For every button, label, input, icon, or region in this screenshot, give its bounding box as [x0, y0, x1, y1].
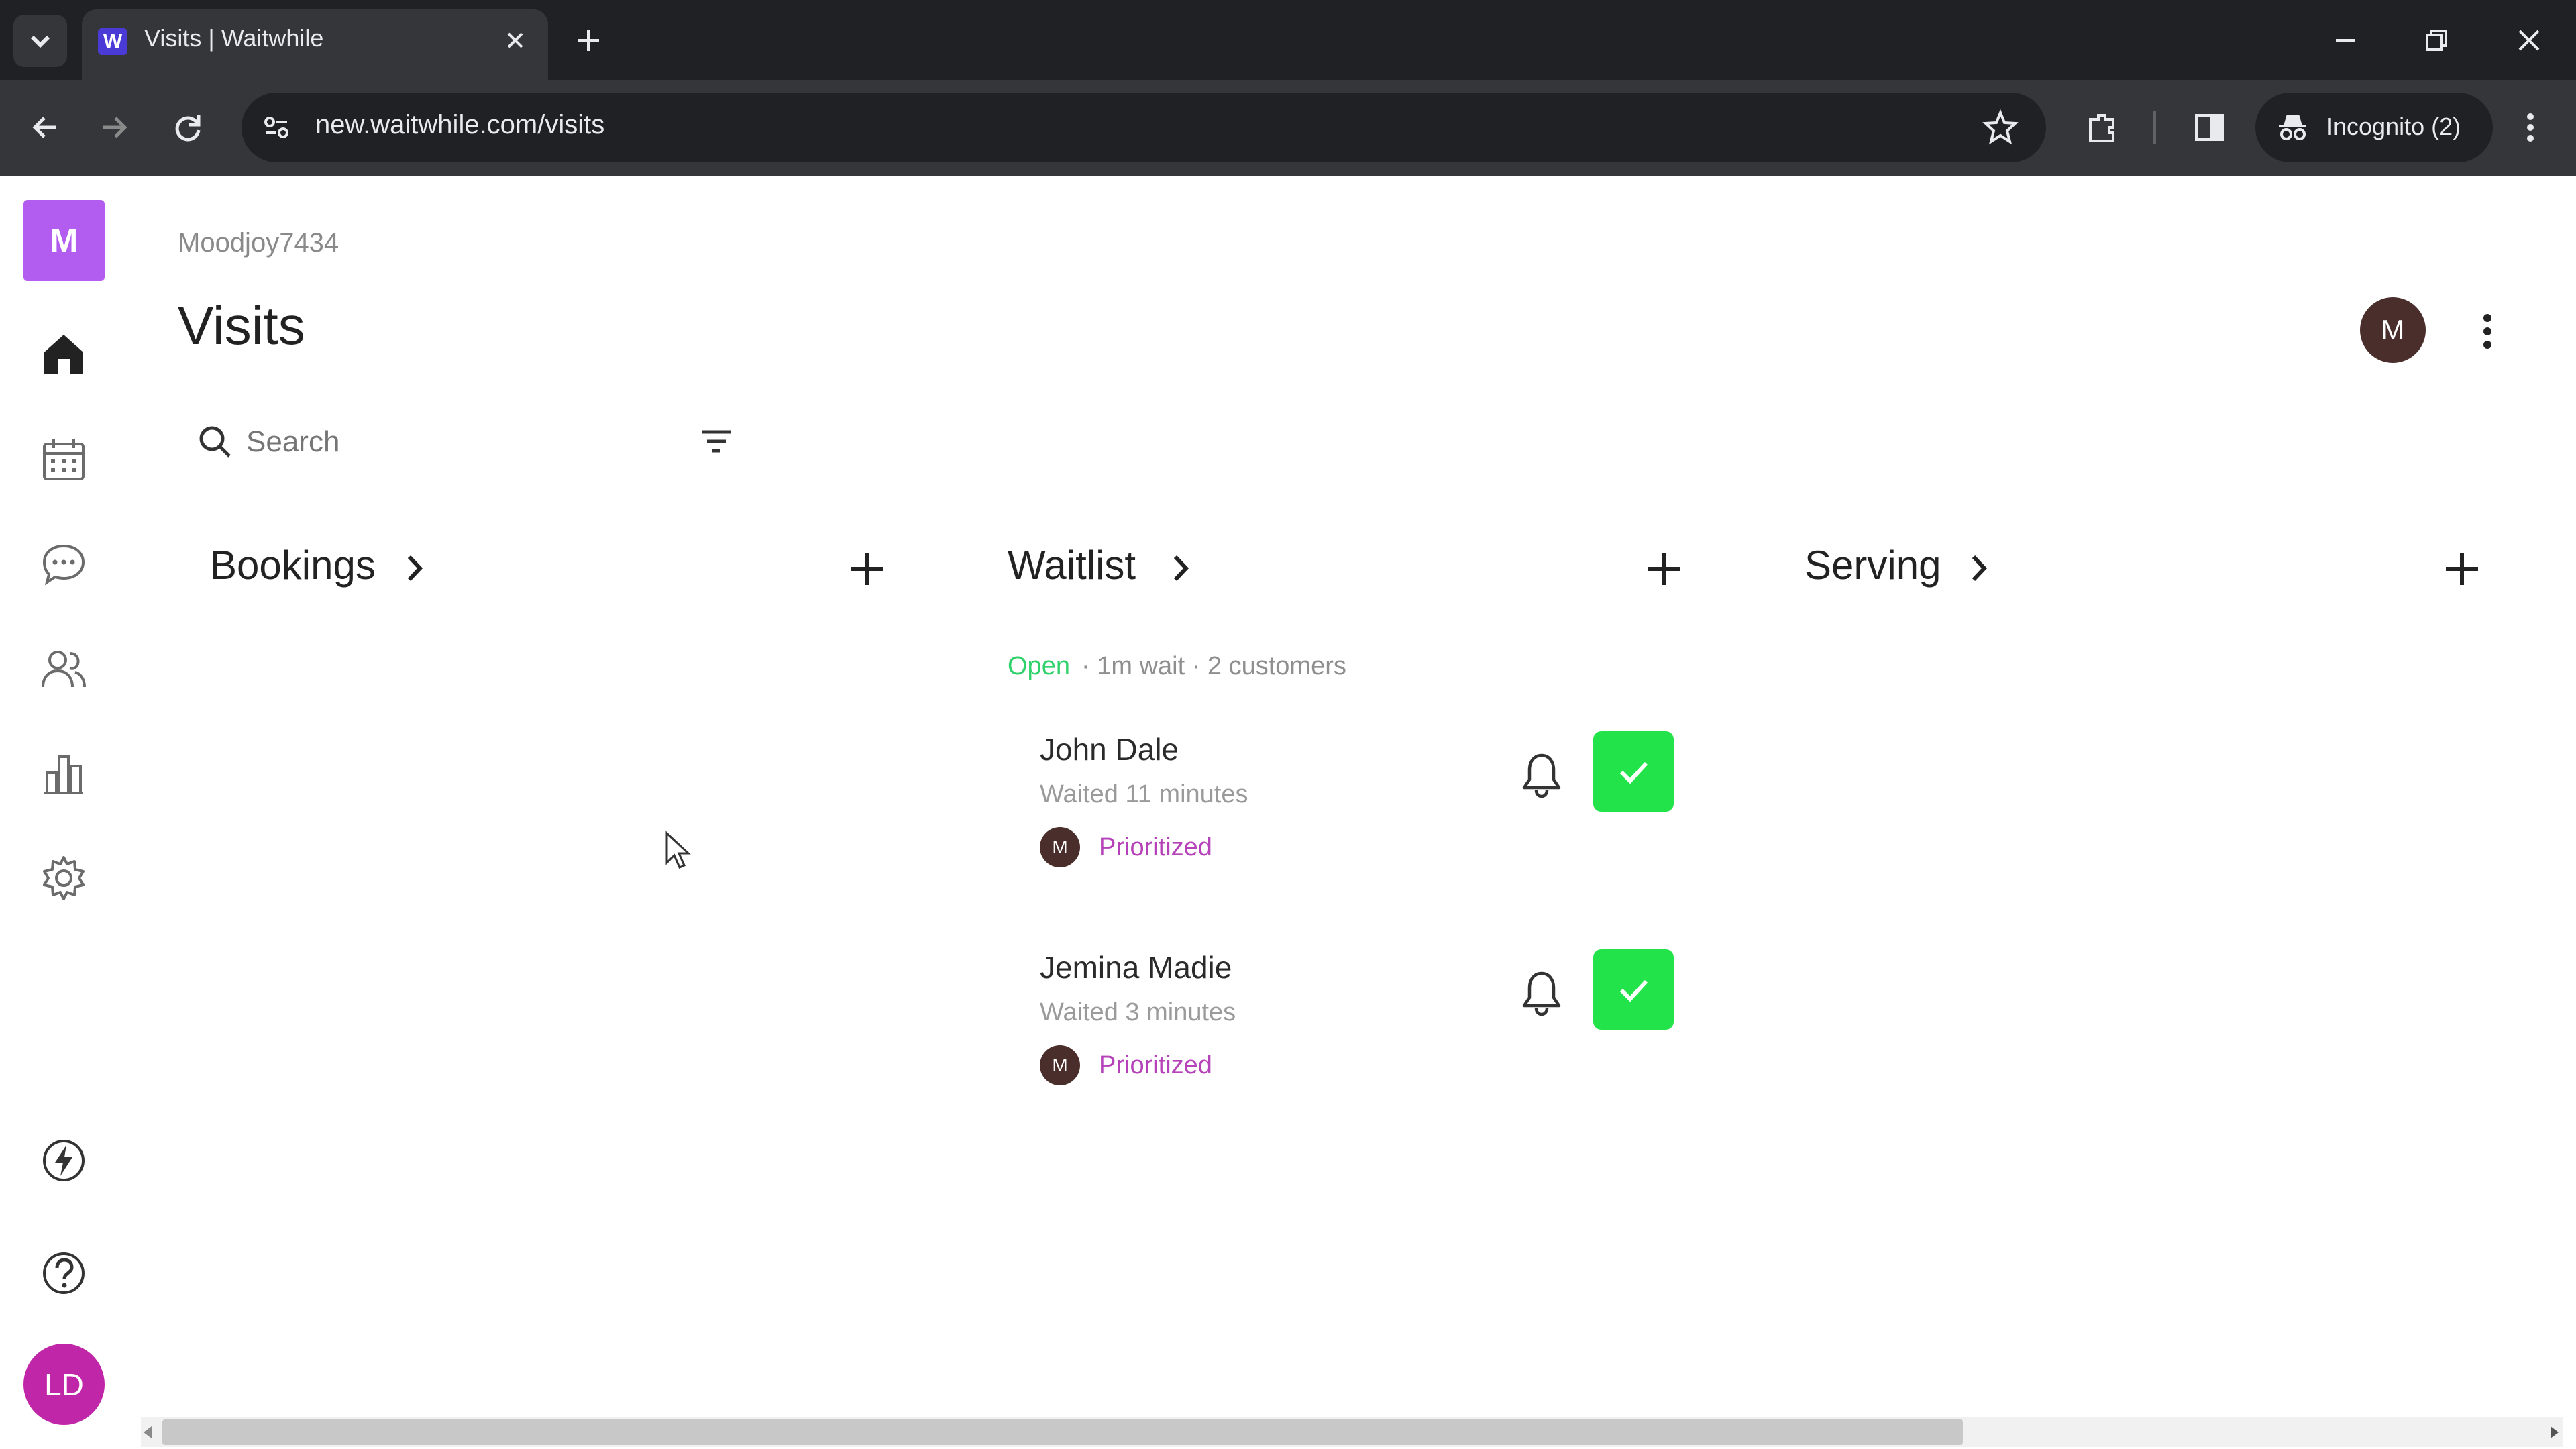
- serve-check-button[interactable]: [1593, 731, 1674, 812]
- toolbar-divider: [2153, 111, 2156, 144]
- waitlist-chevron-right-icon[interactable]: [1167, 551, 1194, 585]
- plus-icon: [2446, 553, 2478, 585]
- organization-name: Moodjoy7434: [178, 228, 339, 258]
- sidebar-item-settings[interactable]: [40, 855, 87, 902]
- settings-icon: [43, 856, 85, 900]
- workspace-logo[interactable]: M: [23, 200, 105, 281]
- notify-bell-icon[interactable]: [1520, 751, 1563, 798]
- customers-icon: [42, 651, 86, 688]
- checkmark-icon: [1619, 761, 1648, 784]
- search-icon: [196, 423, 233, 460]
- waitlist-column-title[interactable]: Waitlist: [1008, 542, 1136, 588]
- add-booking-button[interactable]: [847, 549, 887, 589]
- scrollbar-thumb[interactable]: [162, 1419, 1963, 1445]
- prioritized-tag: Prioritized: [1099, 1051, 1212, 1079]
- extensions-icon[interactable]: [2084, 109, 2121, 146]
- incognito-icon: [2275, 110, 2310, 145]
- prioritized-tag: Prioritized: [1099, 833, 1212, 861]
- mouse-cursor-icon: [664, 830, 691, 871]
- incognito-label: Incognito (2): [2326, 113, 2461, 140]
- plus-icon: [1648, 553, 1680, 585]
- sidebar-item-analytics[interactable]: [40, 750, 87, 797]
- sidebar-item-calendar[interactable]: [40, 436, 87, 483]
- bookings-column-title[interactable]: Bookings: [210, 542, 376, 588]
- checkmark-icon: [1619, 979, 1648, 1002]
- analytics-icon: [44, 755, 83, 794]
- customer-name: John Dale: [1040, 732, 1179, 767]
- search-input[interactable]: [245, 416, 677, 468]
- tag-avatar: M: [1040, 1045, 1080, 1085]
- waitlist-entry[interactable]: Jemina Madie Waited 3 minutes M Prioriti…: [1020, 936, 1697, 1110]
- tab-title: Visits | Waitwhile: [144, 24, 324, 52]
- serving-chevron-right-icon[interactable]: [1966, 551, 1992, 585]
- lightning-icon: [43, 1140, 85, 1181]
- account-avatar[interactable]: M: [2360, 297, 2426, 363]
- minimize-icon[interactable]: [2329, 24, 2361, 56]
- add-waitlist-button[interactable]: [1644, 549, 1684, 589]
- wait-time: Waited 3 minutes: [1040, 998, 1236, 1026]
- serving-column-title[interactable]: Serving: [1805, 542, 1941, 588]
- restore-icon[interactable]: [2420, 24, 2453, 56]
- scroll-left-arrow-icon[interactable]: [138, 1422, 156, 1442]
- home-icon: [44, 335, 83, 374]
- bookmark-star-icon[interactable]: [1982, 109, 2019, 146]
- plus-icon: [851, 553, 883, 585]
- page-title: Visits: [178, 296, 305, 356]
- calendar-icon: [43, 439, 85, 480]
- filter-icon[interactable]: [698, 427, 735, 456]
- more-options-icon[interactable]: [2474, 311, 2501, 352]
- notify-bell-icon[interactable]: [1520, 969, 1563, 1016]
- sidebar-item-messages[interactable]: [40, 541, 87, 588]
- customer-name: Jemina Madie: [1040, 950, 1232, 985]
- sidebar-item-home[interactable]: [40, 331, 87, 378]
- add-serving-button[interactable]: [2442, 549, 2482, 589]
- bookings-chevron-right-icon[interactable]: [401, 551, 428, 585]
- chat-icon: [42, 544, 85, 586]
- tag-avatar: M: [1040, 827, 1080, 867]
- waitlist-status-summary: · 1m wait · 2 customers: [1081, 652, 1346, 680]
- tab-search-button[interactable]: [13, 15, 67, 67]
- help-icon: [43, 1252, 85, 1294]
- browser-menu-icon[interactable]: [2517, 110, 2544, 145]
- waitwhile-favicon-icon: W: [98, 28, 127, 55]
- scroll-right-arrow-icon[interactable]: [2546, 1422, 2564, 1442]
- reload-icon[interactable]: [170, 110, 205, 145]
- new-tab-icon[interactable]: [572, 24, 604, 56]
- waitlist-entry[interactable]: John Dale Waited 11 minutes M Prioritize…: [1020, 718, 1697, 892]
- serve-check-button[interactable]: [1593, 949, 1674, 1030]
- sidebar-item-whats-new[interactable]: [40, 1137, 87, 1184]
- close-window-icon[interactable]: [2513, 24, 2545, 56]
- user-avatar[interactable]: LD: [23, 1344, 105, 1425]
- forward-icon[interactable]: [98, 110, 133, 145]
- side-panel-icon[interactable]: [2191, 109, 2229, 146]
- site-info-icon[interactable]: [258, 109, 295, 146]
- back-icon[interactable]: [27, 110, 62, 145]
- tab-close-icon[interactable]: [500, 25, 530, 55]
- url-text[interactable]: new.waitwhile.com/visits: [315, 110, 604, 140]
- sidebar-item-help[interactable]: [40, 1250, 87, 1297]
- wait-time: Waited 11 minutes: [1040, 780, 1248, 808]
- waitlist-status-open[interactable]: Open: [1008, 652, 1070, 681]
- sidebar-item-customers[interactable]: [40, 645, 87, 692]
- chevron-down-icon: [30, 35, 50, 48]
